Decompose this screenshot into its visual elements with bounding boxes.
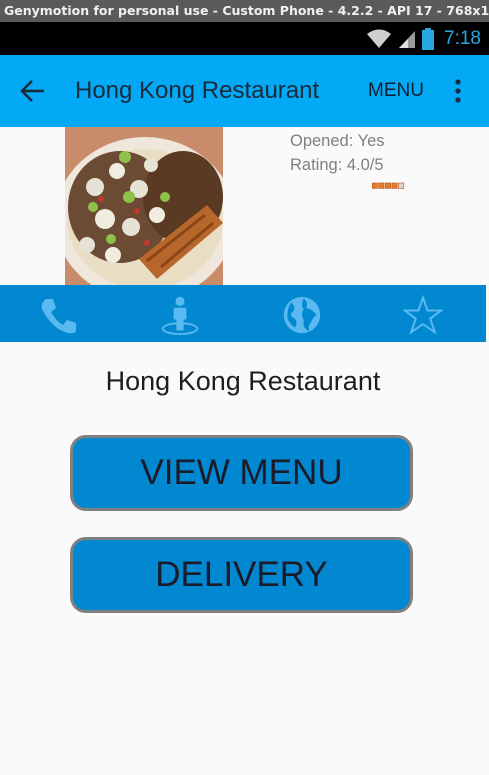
back-arrow-icon[interactable] [18,77,48,105]
globe-icon[interactable] [282,295,322,335]
menu-action-button[interactable]: MENU [368,55,424,127]
rating-stars [371,175,406,194]
clock: 7:18 [444,27,481,49]
restaurant-info: Opened: Yes Rating: 4.0/5 [290,129,385,177]
restaurant-photo [65,127,223,285]
rating-star [391,182,398,189]
window-title: Genymotion for personal use - Custom Pho… [0,0,489,22]
wifi-icon [367,29,392,48]
rating-text: Rating: 4.0/5 [290,156,384,174]
rating-star [371,182,378,189]
phone-icon[interactable] [38,295,78,335]
signal-icon [399,30,416,48]
directions-icon[interactable] [160,295,200,335]
overflow-menu-icon[interactable] [450,77,466,105]
rating-star [398,182,405,189]
restaurant-header: Opened: Yes Rating: 4.0/5 [0,127,489,285]
opened-status: Opened: Yes [290,132,385,150]
favorite-star-icon[interactable] [403,295,443,335]
status-bar: 7:18 [0,22,489,55]
app-bar-title: Hong Kong Restaurant [75,77,320,104]
battery-icon [422,27,435,50]
delivery-button[interactable]: DELIVERY [70,537,413,613]
rating-star [384,182,391,189]
rating-star [378,182,385,189]
view-menu-button[interactable]: VIEW MENU [70,435,413,511]
action-bar [0,285,486,342]
restaurant-name: Hong Kong Restaurant [105,366,381,396]
app-bar: Hong Kong Restaurant MENU [0,55,489,127]
